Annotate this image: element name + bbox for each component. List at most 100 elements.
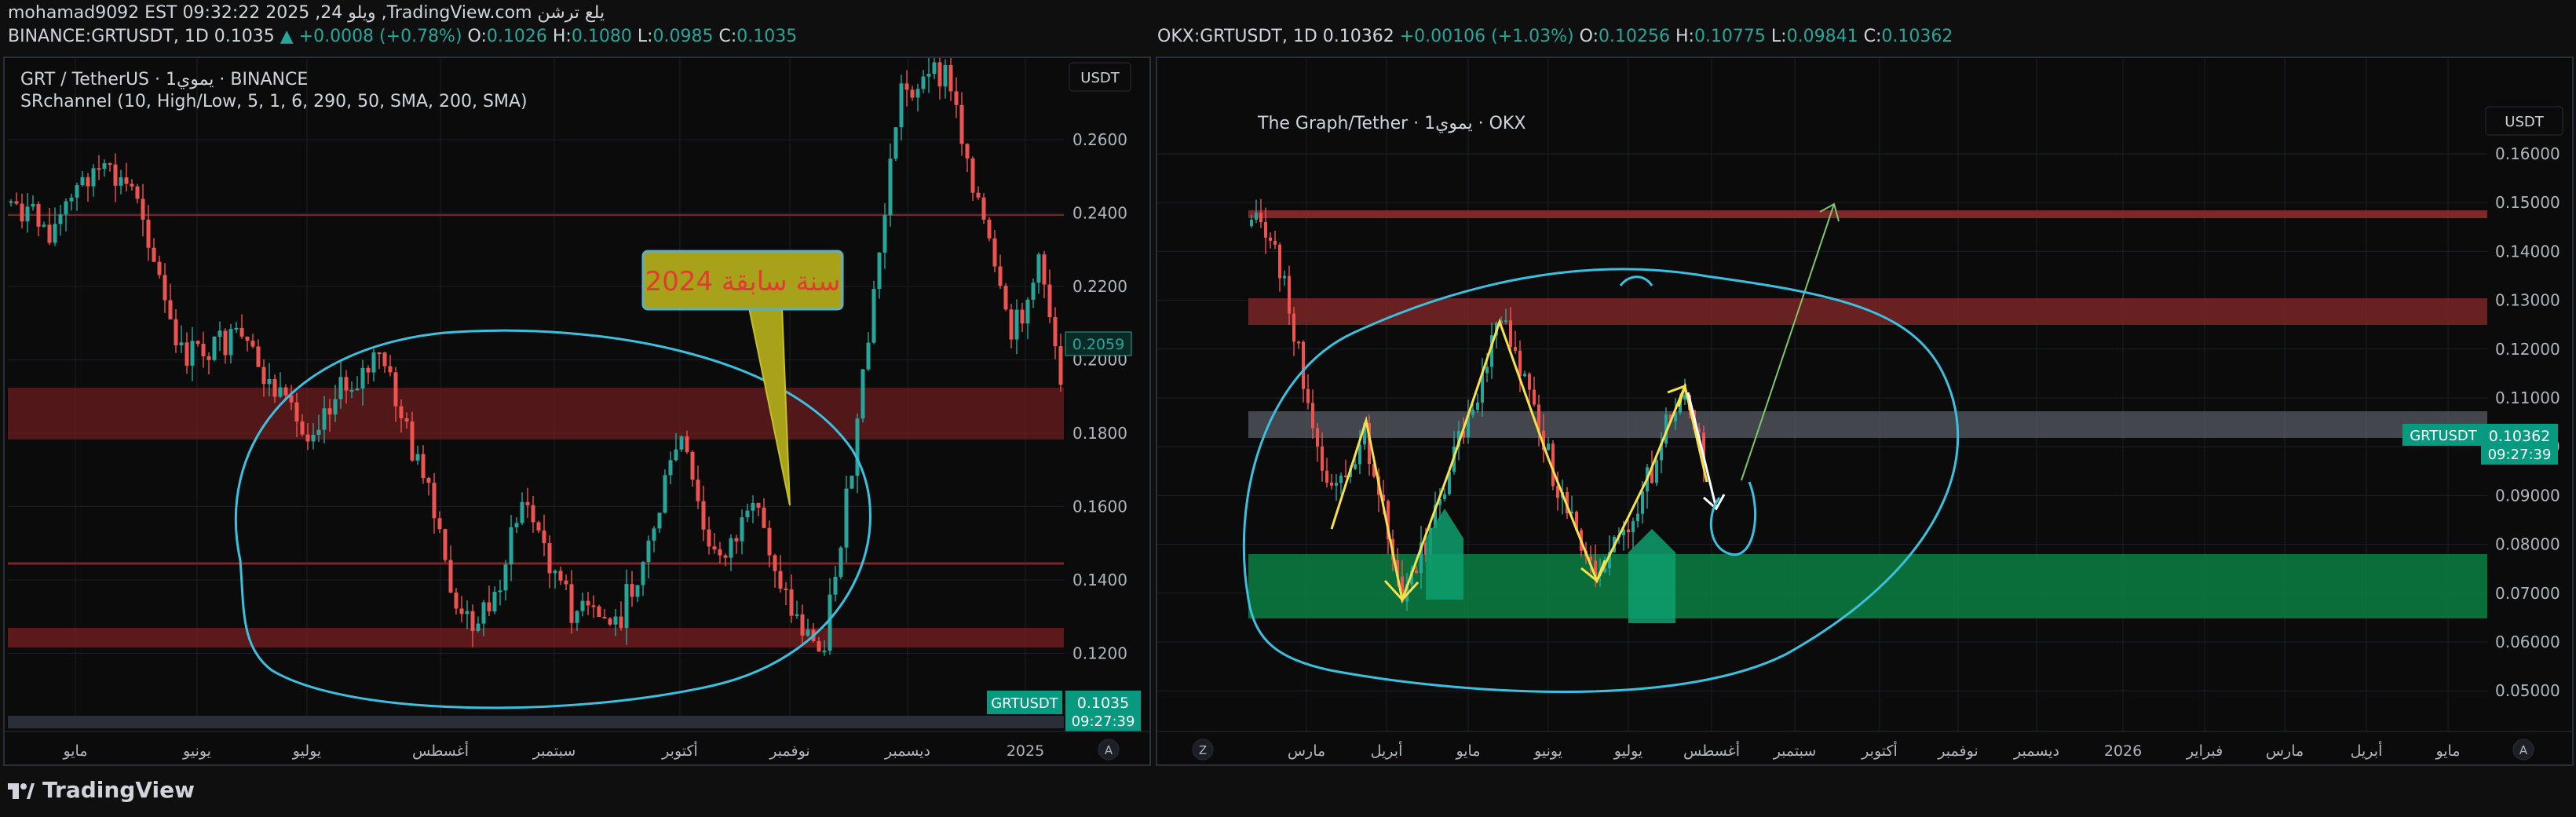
- last-price: 0.1035: [1077, 695, 1129, 712]
- candle-body: [773, 555, 777, 571]
- candle-body: [1250, 219, 1253, 227]
- candle-body: [1523, 374, 1526, 377]
- candle-body: [1533, 389, 1536, 405]
- candle-body: [586, 600, 590, 606]
- price-tick: 0.15000: [2495, 193, 2560, 212]
- countdown: 09:27:39: [1072, 713, 1135, 730]
- price-tick: 0.06000: [2495, 633, 2560, 651]
- candle-body: [1325, 470, 1328, 483]
- candle-body: [591, 605, 596, 607]
- candle-body: [454, 593, 459, 609]
- time-tick: سبتمبر: [1773, 742, 1817, 760]
- candle-body: [1269, 237, 1272, 241]
- right-chart-panel[interactable]: 0.16000 0.15000 0.14000 0.13000 0.12000 0.110…: [1156, 57, 2574, 766]
- candle-body: [9, 201, 13, 203]
- left-symbol: BINANCE:GRTUSDT, 1D 0.1035: [8, 27, 275, 46]
- candle-body: [448, 560, 453, 593]
- indicator-label[interactable]: SRchannel (10, High/Low, 5, 1, 6, 290, 5…: [20, 92, 528, 111]
- candle-body: [476, 623, 480, 631]
- candle-body: [558, 571, 563, 581]
- candle-body: [1443, 494, 1446, 500]
- candle-body: [899, 83, 904, 128]
- candle-body: [525, 502, 530, 505]
- candle-body: [685, 436, 689, 452]
- candle-body: [190, 341, 195, 366]
- candle-body: [1259, 213, 1262, 223]
- candle-body: [602, 616, 607, 619]
- tradingview-footer[interactable]: TradingView: [8, 777, 195, 803]
- price-axis[interactable]: [2487, 58, 2574, 766]
- candle-body: [690, 451, 695, 480]
- candle-body: [1339, 476, 1343, 483]
- candle-body: [212, 336, 217, 360]
- left-candles: [9, 58, 1063, 656]
- candle-body: [866, 342, 871, 370]
- candle-body: [245, 336, 250, 341]
- candle-body: [1306, 388, 1310, 403]
- candle-body: [206, 356, 211, 360]
- price-tick: 0.1600: [1072, 498, 1127, 516]
- candle-body: [888, 159, 893, 216]
- candle-body: [652, 528, 656, 541]
- candle-body: [195, 341, 200, 345]
- price-marker-text: 0.2059: [1072, 336, 1124, 353]
- candle-body: [1528, 374, 1531, 390]
- candle-body: [267, 379, 272, 385]
- candle-body: [393, 372, 398, 407]
- candle-body: [756, 503, 761, 508]
- candle-body: [981, 197, 986, 220]
- price-tick: 0.07000: [2495, 584, 2560, 603]
- candle-body: [1415, 570, 1418, 574]
- scrollbar[interactable]: [8, 716, 1064, 728]
- left-chart-svg[interactable]: سنة سابقة 2024 0.26000.24000.22000.20000…: [5, 58, 1151, 766]
- candle-body: [1321, 446, 1324, 471]
- currency-label: USDT: [1080, 70, 1120, 86]
- candle-body: [179, 342, 184, 345]
- candle-body: [349, 389, 354, 392]
- candle-body: [174, 319, 178, 345]
- right-open: 0.10256: [1598, 27, 1670, 46]
- left-chart-panel[interactable]: سنة سابقة 2024 0.2600 0.2400 0.2200 0.2000 0…: [3, 57, 1151, 766]
- candle-body: [1636, 513, 1639, 522]
- candle-body: [795, 614, 799, 616]
- candle-body: [360, 367, 365, 389]
- candle-body: [613, 616, 618, 625]
- candle-body: [915, 89, 920, 98]
- candle-body: [399, 406, 404, 418]
- currency-label: USDT: [2505, 114, 2544, 130]
- candle-body: [608, 618, 612, 625]
- candle-body: [844, 488, 849, 548]
- candle-body: [201, 344, 206, 357]
- candle-body: [729, 538, 733, 558]
- auto-scale-label: A: [2519, 743, 2528, 757]
- price-tick: 0.11000: [2495, 388, 2560, 407]
- candle-body: [564, 580, 568, 585]
- candle-body: [498, 590, 502, 593]
- candle-body: [740, 517, 744, 542]
- candle-body: [388, 366, 393, 373]
- candle-body: [1031, 283, 1036, 300]
- right-chart-svg[interactable]: 0.16000 0.15000 0.14000 0.13000 0.12000 0.110…: [1157, 58, 2574, 766]
- candle-body: [926, 74, 931, 77]
- candle-body: [404, 418, 409, 422]
- candle-body: [784, 588, 788, 590]
- candle-body: [1631, 521, 1635, 533]
- candle-body: [311, 435, 316, 442]
- candle-body: [157, 261, 162, 275]
- candle-body: [580, 600, 585, 611]
- candle-body: [163, 275, 167, 301]
- candle-body: [707, 529, 711, 547]
- candle-body: [322, 408, 327, 430]
- right-symbol-info: OKX:GRTUSDT, 1D 0.10362 +0.00106 (+1.03%…: [1157, 27, 1953, 46]
- candle-body: [547, 543, 552, 574]
- candle-body: [228, 329, 233, 356]
- candle-body: [1335, 483, 1338, 486]
- candle-body: [152, 247, 156, 262]
- time-tick: أكتوبر: [1861, 741, 1898, 760]
- price-tick: 0.2200: [1072, 277, 1127, 296]
- header-line-1: mohamad9092 EST 09:32:22 2025 ,24 ويلو ,…: [8, 3, 605, 23]
- candle-body: [185, 342, 189, 366]
- candle-body: [1330, 482, 1333, 486]
- candle-body: [948, 65, 953, 92]
- candle-body: [1009, 309, 1014, 340]
